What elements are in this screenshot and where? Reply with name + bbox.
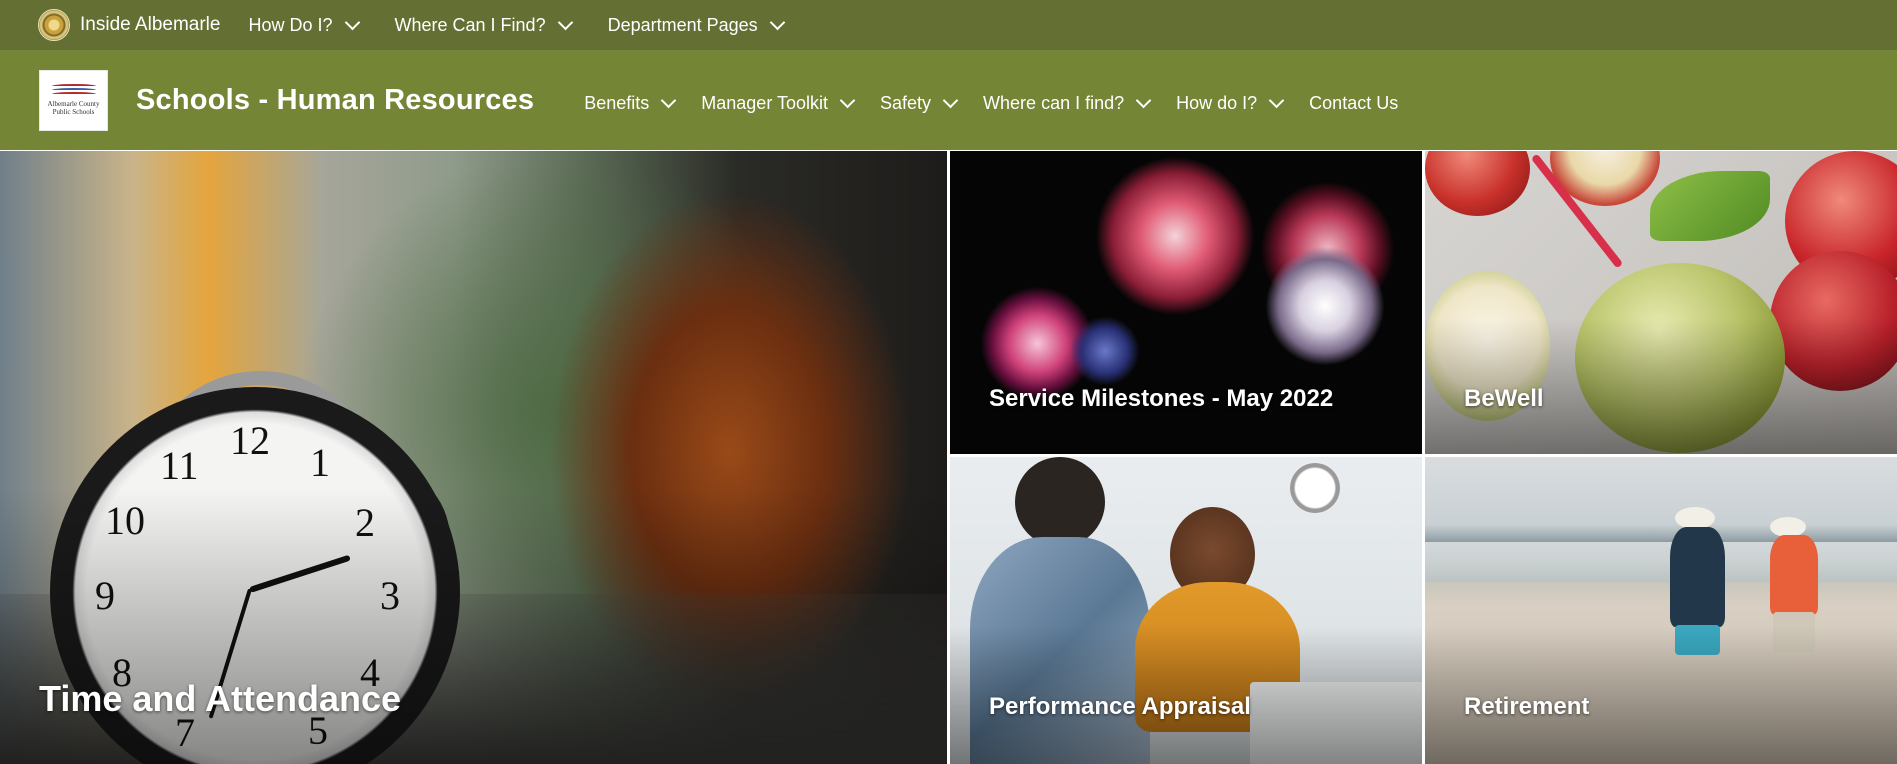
suite-nav-how-do-i[interactable]: How Do I? <box>248 14 360 36</box>
logo-text-line: Albemarle County <box>47 100 100 108</box>
hero-tile-performance-appraisal[interactable]: Performance Appraisal <box>950 457 1422 764</box>
chevron-down-icon <box>942 92 959 108</box>
chevron-down-icon <box>839 92 856 108</box>
beach-surf-graphic <box>1425 542 1897 582</box>
hero-tile-bewell[interactable]: BeWell <box>1425 151 1897 454</box>
suite-title-link[interactable]: Inside Albemarle <box>80 14 220 36</box>
logo-text-line: Public Schools <box>52 108 95 116</box>
suite-nav-label: Department Pages <box>607 14 758 35</box>
site-nav-label: Benefits <box>584 92 650 113</box>
site-title[interactable]: Schools - Human Resources <box>136 84 534 117</box>
site-nav-label: Contact Us <box>1309 92 1399 113</box>
site-nav-safety[interactable]: Safety <box>880 92 959 114</box>
site-nav-where-can-i-find[interactable]: Where can I find? <box>983 92 1152 114</box>
hero-tile-time-and-attendance[interactable]: 12 1 2 3 4 5 11 10 9 8 7 Time and Attend… <box>0 151 947 764</box>
site-nav-how-do-i[interactable]: How do I? <box>1176 92 1285 114</box>
site-nav-label: Safety <box>880 92 932 113</box>
chevron-down-icon <box>344 14 360 30</box>
person-hat-graphic <box>1675 507 1715 529</box>
chevron-down-icon <box>769 14 785 30</box>
suite-bar: Inside Albemarle How Do I? Where Can I F… <box>0 0 1897 50</box>
logo-swoosh-icon <box>51 84 96 98</box>
suite-nav: How Do I? Where Can I Find? Department P… <box>248 14 819 36</box>
chevron-down-icon <box>1268 92 1285 108</box>
site-nav: Benefits Manager Toolkit Safety Where ca… <box>584 92 1425 114</box>
site-nav-manager-toolkit[interactable]: Manager Toolkit <box>701 92 856 114</box>
chevron-down-icon <box>557 14 573 30</box>
fireworks-image <box>1095 156 1255 316</box>
chevron-down-icon <box>660 92 677 108</box>
hero-tile-retirement[interactable]: Retirement <box>1425 457 1897 764</box>
hero-tile-service-milestones[interactable]: Service Milestones - May 2022 <box>950 151 1422 454</box>
chevron-down-icon <box>1135 92 1152 108</box>
county-seal-icon[interactable] <box>38 9 70 41</box>
hero-tile-label: Service Milestones - May 2022 <box>989 385 1334 412</box>
wall-clock-graphic <box>1290 463 1340 513</box>
hero-tile-label: Performance Appraisal <box>989 693 1251 720</box>
apples-image <box>1425 151 1530 216</box>
site-nav-label: Manager Toolkit <box>701 92 829 113</box>
suite-nav-label: Where Can I Find? <box>394 14 546 35</box>
site-header: Albemarle County Public Schools Schools … <box>0 50 1897 150</box>
site-nav-contact-us[interactable]: Contact Us <box>1309 93 1398 114</box>
suite-nav-where-can-i-find[interactable]: Where Can I Find? <box>394 14 573 36</box>
person-left-graphic <box>1015 457 1105 547</box>
hero-tile-label: BeWell <box>1464 385 1544 412</box>
site-nav-label: How do I? <box>1176 92 1258 113</box>
site-nav-label: Where can I find? <box>983 92 1125 113</box>
hero-tile-label: Retirement <box>1464 693 1590 720</box>
suite-nav-department-pages[interactable]: Department Pages <box>607 14 785 36</box>
hero-tile-label: Time and Attendance <box>39 678 402 719</box>
site-logo[interactable]: Albemarle County Public Schools <box>39 69 108 131</box>
site-nav-benefits[interactable]: Benefits <box>584 92 677 114</box>
suite-nav-label: How Do I? <box>248 14 333 35</box>
